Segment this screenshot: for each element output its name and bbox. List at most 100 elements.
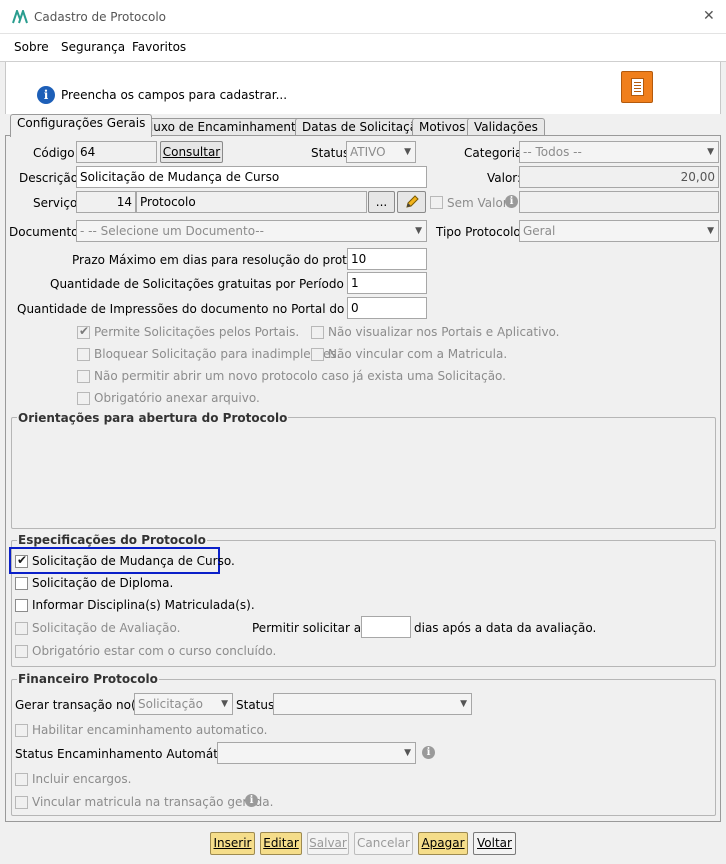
permitir-ate-label: Permitir solicitar até: bbox=[252, 621, 378, 635]
info-icon: i bbox=[505, 195, 518, 208]
incluir-encargos-checkbox[interactable] bbox=[15, 773, 28, 786]
documento-value: - -- Selecione um Documento-- bbox=[80, 224, 264, 238]
mudanca-curso-label: Solicitação de Mudança de Curso. bbox=[32, 554, 235, 568]
nao-vincular-matricula-label: Não vincular com a Matricula. bbox=[328, 347, 508, 361]
qtd-impressoes-field[interactable]: 0 bbox=[347, 297, 427, 319]
info-message: Preencha os campos para cadastrar... bbox=[61, 88, 288, 102]
diploma-checkbox[interactable] bbox=[15, 577, 28, 590]
action-bar: Inserir Editar Salvar Cancelar Apagar Vo… bbox=[5, 822, 721, 864]
vincular-matricula-checkbox[interactable] bbox=[15, 796, 28, 809]
mudanca-curso-checkbox[interactable]: ✔ bbox=[15, 553, 28, 568]
status-encaminhamento-select[interactable]: ▼ bbox=[217, 742, 416, 764]
habilitar-encaminhamento-checkbox[interactable] bbox=[15, 724, 28, 737]
editar-button[interactable]: Editar bbox=[260, 832, 302, 855]
chevron-down-icon: ▼ bbox=[404, 748, 411, 758]
salvar-label: Salvar bbox=[309, 836, 347, 850]
apagar-label: Apagar bbox=[421, 836, 465, 850]
info-bar: i Preencha os campos para cadastrar... bbox=[5, 62, 721, 114]
app-logo-icon bbox=[12, 10, 28, 24]
bloquear-inadimplentes-label: Bloquear Solicitação para inadimplentes. bbox=[94, 347, 341, 361]
codigo-label: Código: bbox=[33, 146, 79, 160]
chevron-down-icon: ▼ bbox=[460, 699, 467, 709]
nao-visualizar-checkbox[interactable] bbox=[311, 326, 324, 339]
nao-permitir-novo-label: Não permitir abrir um novo protocolo cas… bbox=[94, 369, 506, 383]
permitir-ate-field[interactable] bbox=[361, 616, 411, 638]
permite-portais-checkbox[interactable]: ✔ bbox=[77, 324, 90, 339]
habilitar-encaminhamento-label: Habilitar encaminhamento automatico. bbox=[32, 723, 268, 737]
sem-valor-checkbox[interactable] bbox=[430, 196, 443, 209]
orientacoes-textarea[interactable] bbox=[13, 428, 713, 526]
tab-configuracoes-gerais[interactable]: Configurações Gerais bbox=[10, 114, 153, 137]
qtd-solicitacoes-field[interactable]: 1 bbox=[347, 272, 427, 294]
orientacoes-title: Orientações para abertura do Protocolo bbox=[17, 411, 289, 425]
categoria-value: -- Todos -- bbox=[523, 145, 582, 159]
gerar-transacao-select[interactable]: Solicitação ▼ bbox=[134, 693, 233, 715]
tipo-protocolo-label: Tipo Protocolo: bbox=[436, 225, 525, 239]
especificacoes-title: Especificações do Protocolo bbox=[17, 533, 207, 547]
cancelar-label: Cancelar bbox=[357, 836, 410, 850]
curso-concluido-checkbox[interactable] bbox=[15, 645, 28, 658]
tab-strip: Configurações Gerais Fluxo de Encaminham… bbox=[5, 114, 721, 137]
chevron-down-icon: ▼ bbox=[707, 147, 714, 157]
apagar-button[interactable]: Apagar bbox=[418, 832, 468, 855]
dias-apos-label: dias após a data da avaliação. bbox=[414, 621, 597, 635]
sem-valor-field[interactable] bbox=[519, 191, 719, 213]
sem-valor-label: Sem Valor bbox=[447, 196, 508, 210]
avaliacao-checkbox[interactable] bbox=[15, 622, 28, 635]
gerar-transacao-value: Solicitação bbox=[138, 697, 203, 711]
descricao-field[interactable]: Solicitação de Mudança de Curso bbox=[76, 166, 427, 188]
info-icon: i bbox=[422, 746, 435, 759]
menu-favoritos[interactable]: Favoritos bbox=[132, 40, 186, 54]
categoria-select[interactable]: -- Todos -- ▼ bbox=[519, 141, 719, 163]
nao-visualizar-label: Não visualizar nos Portais e Aplicativo. bbox=[328, 325, 560, 339]
tab-panel-configuracoes: Código: 64 Consultar Status: ATIVO ▼ Cate… bbox=[5, 135, 721, 822]
pencil-icon bbox=[405, 195, 419, 208]
status-value: ATIVO bbox=[350, 145, 386, 159]
inserir-button[interactable]: Inserir bbox=[210, 832, 255, 855]
incluir-encargos-label: Incluir encargos. bbox=[32, 772, 132, 786]
valor-field[interactable]: 20,00 bbox=[519, 166, 719, 188]
menu-sobre[interactable]: Sobre bbox=[14, 40, 49, 54]
obrigatorio-anexar-checkbox[interactable] bbox=[77, 392, 90, 405]
chevron-down-icon: ▼ bbox=[707, 226, 714, 236]
window-title: Cadastro de Protocolo bbox=[34, 10, 166, 24]
categoria-label: Categoria: bbox=[464, 146, 527, 160]
status-encaminhamento-label: Status Encaminhamento Automático: bbox=[15, 747, 240, 761]
prazo-label: Prazo Máximo em dias para resolução do p… bbox=[72, 253, 383, 267]
tipo-protocolo-value: Geral bbox=[523, 224, 556, 238]
consultar-button[interactable]: Consultar bbox=[160, 141, 223, 163]
servico-search-button[interactable]: ... bbox=[368, 191, 395, 213]
documento-select[interactable]: - -- Selecione um Documento-- ▼ bbox=[76, 220, 427, 242]
cancelar-button[interactable]: Cancelar bbox=[354, 832, 413, 855]
bloquear-inadimplentes-checkbox[interactable] bbox=[77, 348, 90, 361]
status-select[interactable]: ATIVO ▼ bbox=[346, 141, 416, 163]
pencil-edit-button[interactable] bbox=[397, 191, 426, 213]
close-icon[interactable]: ✕ bbox=[703, 8, 715, 24]
financeiro-status-label: Status: bbox=[236, 698, 279, 712]
voltar-button[interactable]: Voltar bbox=[473, 832, 516, 855]
chevron-down-icon: ▼ bbox=[221, 699, 228, 709]
nao-vincular-matricula-checkbox[interactable] bbox=[311, 348, 324, 361]
documento-label: Documento: bbox=[9, 225, 83, 239]
qtd-impressoes-label: Quantidade de Impressões do documento no… bbox=[17, 302, 387, 316]
servico-name-field[interactable]: Protocolo bbox=[136, 191, 367, 213]
inserir-label: Inserir bbox=[213, 836, 252, 850]
prazo-field[interactable]: 10 bbox=[347, 248, 427, 270]
descricao-label: Descrição: bbox=[19, 171, 83, 185]
consultar-label: Consultar bbox=[162, 145, 221, 159]
editar-label: Editar bbox=[263, 836, 299, 850]
valor-label: Valor: bbox=[487, 171, 522, 185]
servico-code-field[interactable]: 14 bbox=[76, 191, 136, 213]
info-icon: i bbox=[245, 794, 258, 807]
servico-label: Serviço: bbox=[33, 196, 82, 210]
report-icon[interactable] bbox=[621, 71, 653, 103]
menu-seguranca[interactable]: Segurança bbox=[61, 40, 125, 54]
financeiro-status-select[interactable]: ▼ bbox=[273, 693, 472, 715]
voltar-label: Voltar bbox=[477, 836, 512, 850]
disciplinas-checkbox[interactable] bbox=[15, 599, 28, 612]
financeiro-title: Financeiro Protocolo bbox=[17, 672, 159, 686]
tipo-protocolo-select[interactable]: Geral ▼ bbox=[519, 220, 719, 242]
salvar-button[interactable]: Salvar bbox=[307, 832, 349, 855]
codigo-field[interactable]: 64 bbox=[76, 141, 157, 163]
nao-permitir-novo-checkbox[interactable] bbox=[77, 370, 90, 383]
